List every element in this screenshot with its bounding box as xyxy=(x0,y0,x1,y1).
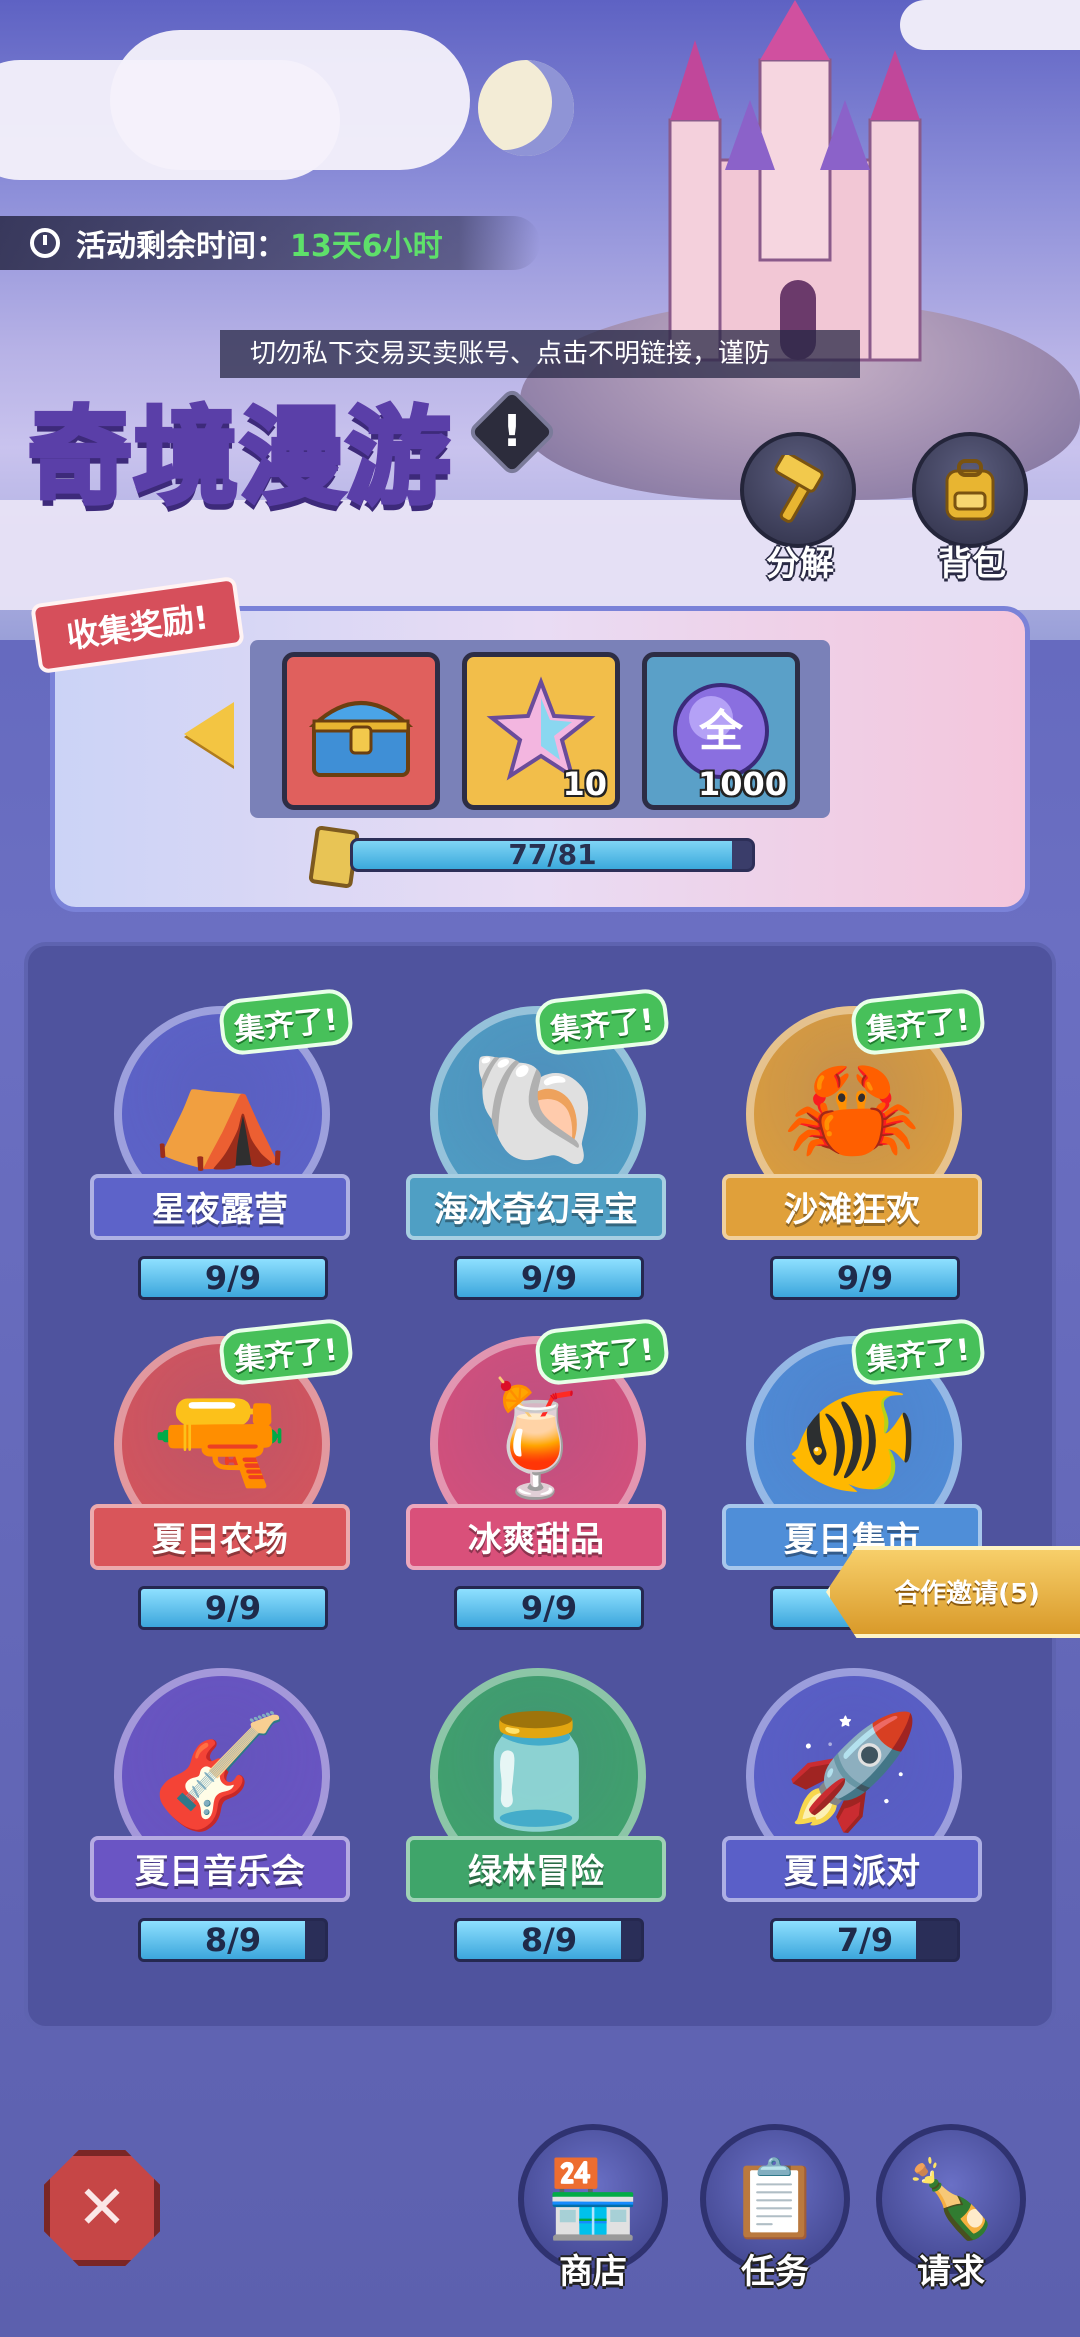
drinks-icon: 🍹 xyxy=(467,1375,605,1503)
collection-name: 冰爽甜品 xyxy=(406,1504,666,1570)
collection-progress-bar: 7/9 xyxy=(770,1918,960,1962)
tent-icon: ⛺ xyxy=(151,1045,289,1173)
timer-label: 活动剩余时间： xyxy=(76,229,286,264)
shop-label: 商店 xyxy=(559,2252,627,2292)
collection-item[interactable]: 🐚 海冰奇幻寻宝 集齐了! 9/9 xyxy=(386,987,686,1324)
collection-progress-text: 9/9 xyxy=(520,1589,578,1627)
collection-progress-bar: 9/9 xyxy=(770,1256,960,1300)
collection-progress-text: 8/9 xyxy=(204,1921,262,1959)
reward-progress-bar: 77/81 xyxy=(350,838,755,872)
collection-name: 海冰奇幻寻宝 xyxy=(406,1174,666,1240)
reward-progress-text: 77/81 xyxy=(508,838,597,871)
close-button[interactable]: ✕ xyxy=(44,2150,160,2266)
collection-name: 夏日音乐会 xyxy=(90,1836,350,1902)
clipboard-icon: 📋 xyxy=(727,2154,823,2243)
event-title: 奇境漫游 xyxy=(25,372,452,523)
treasure-chest-icon xyxy=(308,701,414,777)
sand-bucket-icon: 🦀 xyxy=(783,1045,921,1173)
backpack-label: 背包 xyxy=(938,544,1006,584)
collection-item[interactable]: 🔫 夏日农场 集齐了! 9/9 xyxy=(70,1317,370,1654)
collection-progress-text: 9/9 xyxy=(204,1259,262,1297)
collection-progress-text: 8/9 xyxy=(520,1921,578,1959)
exclamation-icon: ! xyxy=(501,406,523,457)
collection-progress-text: 7/9 xyxy=(836,1921,894,1959)
seashell-icon: 🐚 xyxy=(467,1045,605,1173)
collection-name: 夏日派对 xyxy=(722,1836,982,1902)
goldfish-icon: 🐠 xyxy=(783,1375,921,1503)
reward-qty: 1000 xyxy=(697,765,787,803)
tasks-label: 任务 xyxy=(741,2252,809,2292)
firework-rocket-icon: 🚀 xyxy=(783,1707,921,1835)
decompose-button[interactable] xyxy=(740,432,856,548)
collection-progress-bar: 9/9 xyxy=(138,1586,328,1630)
backpack-button[interactable] xyxy=(912,432,1028,548)
requests-label: 请求 xyxy=(917,2252,985,2292)
water-gun-icon: 🔫 xyxy=(151,1375,289,1503)
moon-icon xyxy=(478,60,574,156)
timer-value: 13天6小时 xyxy=(290,229,443,264)
message-bottle-icon: 🍾 xyxy=(903,2154,999,2243)
safety-notice: 切勿私下交易买卖账号、点击不明链接，谨防 xyxy=(220,330,860,378)
collection-item[interactable]: 🍹 冰爽甜品 集齐了! 9/9 xyxy=(386,1317,686,1654)
collection-progress-bar: 8/9 xyxy=(138,1918,328,1962)
collection-progress-bar: 8/9 xyxy=(454,1918,644,1962)
collection-progress-bar: 9/9 xyxy=(454,1586,644,1630)
cloud xyxy=(110,30,470,170)
hammer-icon xyxy=(774,455,824,523)
backpack-icon xyxy=(945,459,995,521)
collection-progress-text: 9/9 xyxy=(520,1259,578,1297)
collection-name: 星夜露营 xyxy=(90,1174,350,1240)
guitar-icon: 🎸 xyxy=(151,1707,289,1835)
clock-icon xyxy=(30,228,60,258)
collection-name: 绿林冒险 xyxy=(406,1836,666,1902)
collection-item[interactable]: ⛺ 星夜露营 集齐了! 9/9 xyxy=(70,987,370,1324)
collection-name: 夏日农场 xyxy=(90,1504,350,1570)
collection-item[interactable]: 🚀 夏日派对 7/9 xyxy=(702,1656,1002,1986)
reward-item[interactable]: 全 1000 xyxy=(642,652,800,810)
coop-invite-button[interactable]: 合作邀请(5) xyxy=(826,1546,1080,1638)
close-icon: ✕ xyxy=(76,2173,128,2243)
collection-progress-text: 9/9 xyxy=(836,1259,894,1297)
collection-progress-text: 9/9 xyxy=(204,1589,262,1627)
collection-item[interactable]: 🫙 绿林冒险 8/9 xyxy=(386,1656,686,1986)
firefly-jar-icon: 🫙 xyxy=(467,1707,605,1835)
collection-progress-bar: 9/9 xyxy=(454,1256,644,1300)
collection-item[interactable]: 🎸 夏日音乐会 8/9 xyxy=(70,1656,370,1986)
collection-item[interactable]: 🦀 沙滩狂欢 集齐了! 9/9 xyxy=(702,987,1002,1324)
collection-progress-bar: 9/9 xyxy=(138,1256,328,1300)
castle-icon xyxy=(668,0,922,362)
collection-name: 沙滩狂欢 xyxy=(722,1174,982,1240)
reward-item[interactable]: 10 xyxy=(462,652,620,810)
shop-icon: 🏪 xyxy=(545,2154,641,2243)
event-timer: 活动剩余时间： 13天6小时 xyxy=(0,216,540,270)
previous-reward-arrow[interactable] xyxy=(184,702,234,766)
reward-item[interactable] xyxy=(282,652,440,810)
orb-symbol: 全 xyxy=(698,706,744,757)
reward-qty: 10 xyxy=(562,765,607,803)
decompose-label: 分解 xyxy=(766,544,834,584)
